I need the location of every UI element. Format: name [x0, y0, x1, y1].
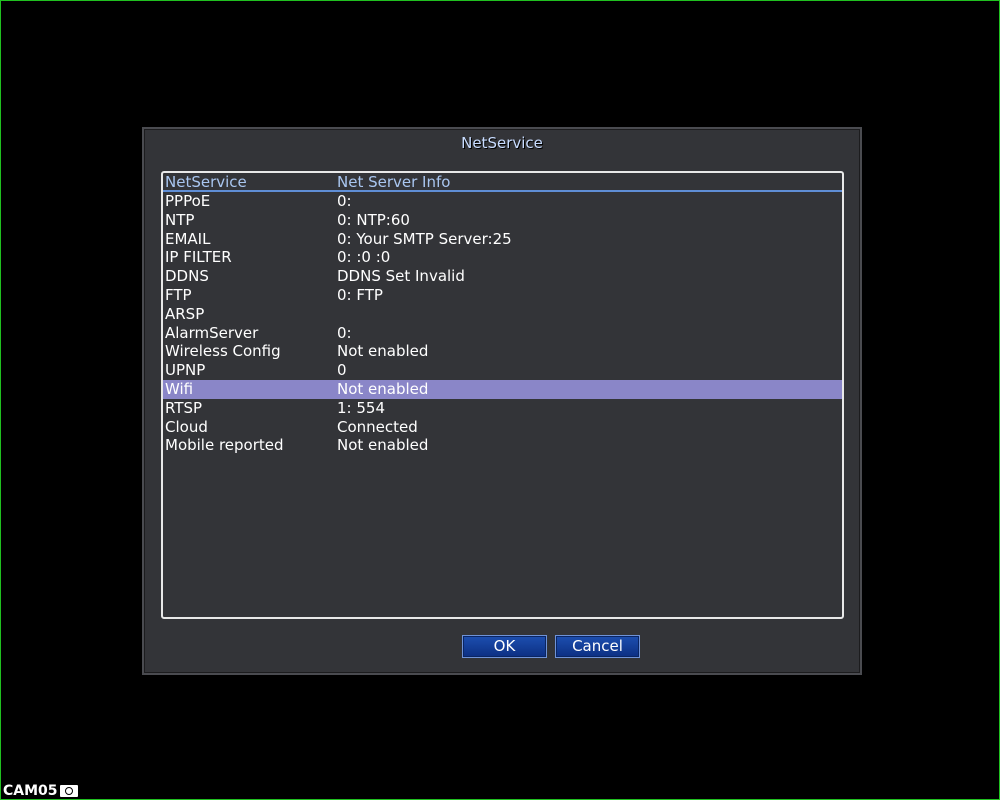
service-name: Wireless Config [165, 342, 281, 361]
service-info: 0: [337, 192, 352, 210]
list-item[interactable]: NTP 0: NTP:60 [163, 211, 842, 230]
service-name: UPNP [165, 361, 206, 380]
service-info: 1: 554 [337, 398, 385, 417]
service-name: AlarmServer [165, 323, 259, 342]
service-info: 0 [337, 361, 347, 380]
list-item[interactable]: Cloud Connected [163, 418, 842, 437]
camera-label: CAM05 [3, 783, 58, 799]
camera-icon [60, 785, 78, 797]
service-info: 0: FTP [337, 285, 383, 304]
list-item[interactable]: IP FILTER 0: :0 :0 [163, 248, 842, 267]
service-name: FTP [165, 285, 192, 304]
service-info: Not enabled [337, 342, 429, 361]
service-info: Not enabled [337, 379, 429, 398]
list-item[interactable]: Mobile reported Not enabled [163, 436, 842, 455]
list-item[interactable]: RTSP 1: 554 [163, 399, 842, 418]
list-item[interactable]: UPNP 0 [163, 361, 842, 380]
service-info: 0: Your SMTP Server:25 [337, 229, 512, 248]
netservice-dialog: NetService NetService Net Server Info PP… [142, 127, 862, 675]
service-name: IP FILTER [165, 248, 232, 267]
cancel-button[interactable]: Cancel [555, 635, 640, 658]
list-item[interactable]: EMAIL 0: Your SMTP Server:25 [163, 230, 842, 249]
service-name: RTSP [165, 398, 203, 417]
header-netservice: NetService [165, 173, 247, 191]
service-info: 0: :0 :0 [337, 248, 391, 267]
list-item[interactable]: PPPoE 0: [163, 192, 842, 211]
list-item[interactable]: Wifi Not enabled [163, 379, 842, 399]
service-name: PPPoE [165, 192, 211, 210]
service-name: Mobile reported [165, 436, 284, 455]
list-item[interactable]: ARSP [163, 305, 842, 324]
list-header: NetService Net Server Info [163, 173, 842, 192]
service-name: Wifi [165, 379, 194, 398]
service-info: 0: NTP:60 [337, 210, 410, 229]
service-name: NTP [165, 210, 195, 229]
service-name: DDNS [165, 267, 209, 286]
ok-button[interactable]: OK [462, 635, 547, 658]
list-item[interactable]: FTP 0: FTP [163, 286, 842, 305]
netservice-list[interactable]: NetService Net Server Info PPPoE 0: NTP 0: … [161, 171, 844, 619]
service-info: DDNS Set Invalid [337, 267, 465, 286]
service-name: EMAIL [165, 229, 211, 248]
list-rows: PPPoE 0: NTP 0: NTP:60 EMAIL 0: Your SMTP Ser… [163, 192, 842, 455]
service-name: ARSP [165, 304, 205, 323]
service-info: 0: [337, 323, 352, 342]
service-info: Not enabled [337, 436, 429, 455]
dvr-screen: NetService NetService Net Server Info PP… [0, 0, 1000, 800]
service-info: Connected [337, 417, 418, 436]
list-item[interactable]: Wireless Config Not enabled [163, 342, 842, 361]
service-name: Cloud [165, 417, 208, 436]
list-item[interactable]: DDNS DDNS Set Invalid [163, 267, 842, 286]
list-item[interactable]: AlarmServer 0: [163, 324, 842, 343]
dialog-title: NetService [461, 134, 543, 152]
header-net-server-info: Net Server Info [337, 173, 451, 191]
